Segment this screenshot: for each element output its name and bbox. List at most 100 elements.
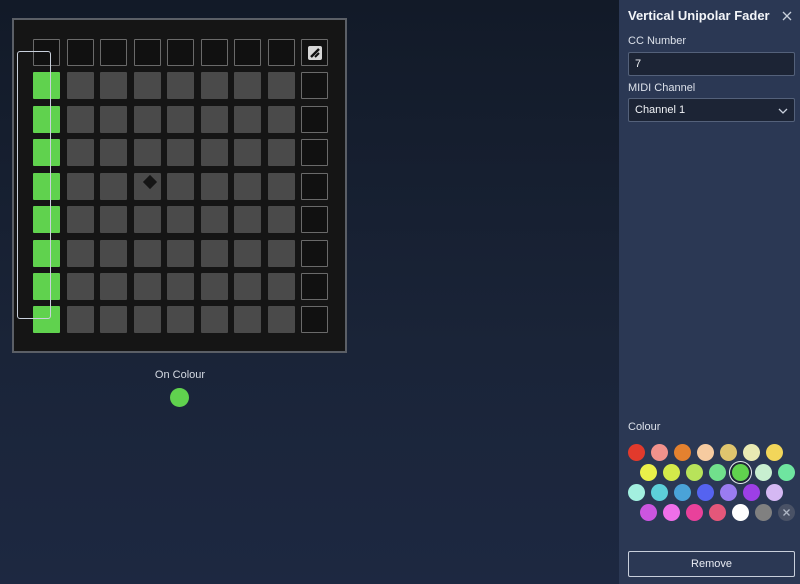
side-column-button[interactable] — [301, 206, 328, 233]
grid-pad[interactable] — [234, 139, 261, 166]
grid-pad[interactable] — [67, 139, 94, 166]
grid-pad[interactable] — [167, 72, 194, 99]
colour-swatch[interactable] — [743, 484, 760, 501]
grid-pad[interactable] — [201, 273, 228, 300]
grid-pad[interactable] — [268, 240, 295, 267]
side-column-button[interactable] — [301, 240, 328, 267]
grid-pad[interactable] — [100, 106, 127, 133]
top-row-button[interactable] — [167, 39, 194, 66]
grid-pad[interactable] — [234, 206, 261, 233]
colour-swatch[interactable] — [686, 464, 703, 481]
grid-pad[interactable] — [201, 72, 228, 99]
colour-swatch[interactable] — [766, 484, 783, 501]
side-column-button[interactable] — [301, 72, 328, 99]
grid-pad[interactable] — [134, 72, 161, 99]
colour-swatch[interactable] — [766, 444, 783, 461]
grid-pad[interactable] — [67, 240, 94, 267]
grid-pad[interactable] — [67, 306, 94, 333]
grid-pad[interactable] — [167, 106, 194, 133]
remove-button[interactable]: Remove — [628, 551, 795, 577]
top-row-button[interactable] — [201, 39, 228, 66]
colour-swatch[interactable] — [743, 444, 760, 461]
clear-colour-button[interactable] — [778, 504, 795, 521]
colour-swatch[interactable] — [755, 504, 772, 521]
top-row-button[interactable] — [100, 39, 127, 66]
grid-pad[interactable] — [134, 240, 161, 267]
grid-pad[interactable] — [234, 106, 261, 133]
grid-pad[interactable] — [167, 240, 194, 267]
grid-pad[interactable] — [134, 273, 161, 300]
grid-pad[interactable] — [234, 72, 261, 99]
grid-pad[interactable] — [100, 306, 127, 333]
grid-pad[interactable] — [268, 72, 295, 99]
grid-pad[interactable] — [167, 273, 194, 300]
colour-swatch[interactable] — [697, 484, 714, 501]
colour-swatch[interactable] — [755, 464, 772, 481]
top-row-button[interactable] — [67, 39, 94, 66]
colour-swatch[interactable] — [778, 464, 795, 481]
colour-swatch[interactable] — [686, 504, 703, 521]
side-column-button[interactable] — [301, 139, 328, 166]
grid-pad[interactable] — [201, 206, 228, 233]
grid-pad[interactable] — [100, 206, 127, 233]
colour-swatch[interactable] — [663, 504, 680, 521]
grid-pad[interactable] — [134, 139, 161, 166]
colour-swatch[interactable] — [697, 444, 714, 461]
colour-swatch[interactable] — [663, 464, 680, 481]
grid-pad[interactable] — [134, 106, 161, 133]
top-row-button[interactable] — [134, 39, 161, 66]
grid-pad[interactable] — [134, 306, 161, 333]
grid-pad[interactable] — [268, 306, 295, 333]
colour-swatch[interactable] — [720, 444, 737, 461]
grid-pad[interactable] — [100, 240, 127, 267]
top-row-button[interactable] — [268, 39, 295, 66]
grid-pad[interactable] — [167, 139, 194, 166]
grid-pad[interactable] — [67, 106, 94, 133]
grid-pad[interactable] — [100, 273, 127, 300]
grid-pad[interactable] — [201, 306, 228, 333]
side-column-button[interactable] — [301, 306, 328, 333]
side-column-button[interactable] — [301, 106, 328, 133]
grid-pad[interactable] — [167, 306, 194, 333]
grid-pad[interactable] — [201, 106, 228, 133]
colour-swatch[interactable] — [709, 464, 726, 481]
colour-swatch[interactable] — [651, 444, 668, 461]
grid-pad[interactable] — [100, 139, 127, 166]
side-column-button[interactable] — [301, 273, 328, 300]
grid-pad[interactable] — [167, 173, 194, 200]
grid-pad[interactable] — [234, 273, 261, 300]
midi-channel-select[interactable]: Channel 1 — [628, 98, 795, 122]
grid-pad[interactable] — [134, 206, 161, 233]
grid-pad[interactable] — [67, 206, 94, 233]
colour-swatch[interactable] — [720, 484, 737, 501]
cc-number-input[interactable] — [628, 52, 795, 76]
colour-swatch[interactable] — [640, 504, 657, 521]
grid-pad[interactable] — [268, 106, 295, 133]
colour-swatch[interactable] — [640, 464, 657, 481]
grid-pad[interactable] — [67, 273, 94, 300]
grid-pad[interactable] — [234, 240, 261, 267]
colour-swatch[interactable] — [628, 444, 645, 461]
grid-pad[interactable] — [201, 240, 228, 267]
grid-pad[interactable] — [268, 273, 295, 300]
grid-pad[interactable] — [201, 173, 228, 200]
logo-button[interactable] — [301, 39, 328, 66]
grid-pad[interactable] — [67, 72, 94, 99]
grid-pad[interactable] — [100, 72, 127, 99]
on-colour-swatch[interactable] — [170, 388, 189, 407]
colour-swatch[interactable] — [709, 504, 726, 521]
colour-swatch[interactable] — [732, 464, 749, 481]
side-column-button[interactable] — [301, 173, 328, 200]
close-icon[interactable] — [779, 8, 795, 24]
grid-pad[interactable] — [67, 173, 94, 200]
grid-pad[interactable] — [268, 206, 295, 233]
fader-selection-outline[interactable] — [17, 51, 51, 319]
grid-pad[interactable] — [167, 206, 194, 233]
grid-pad[interactable] — [234, 173, 261, 200]
colour-swatch[interactable] — [674, 444, 691, 461]
grid-pad[interactable] — [234, 306, 261, 333]
grid-pad[interactable] — [268, 173, 295, 200]
grid-pad[interactable] — [201, 139, 228, 166]
grid-pad[interactable] — [100, 173, 127, 200]
colour-swatch[interactable] — [732, 504, 749, 521]
